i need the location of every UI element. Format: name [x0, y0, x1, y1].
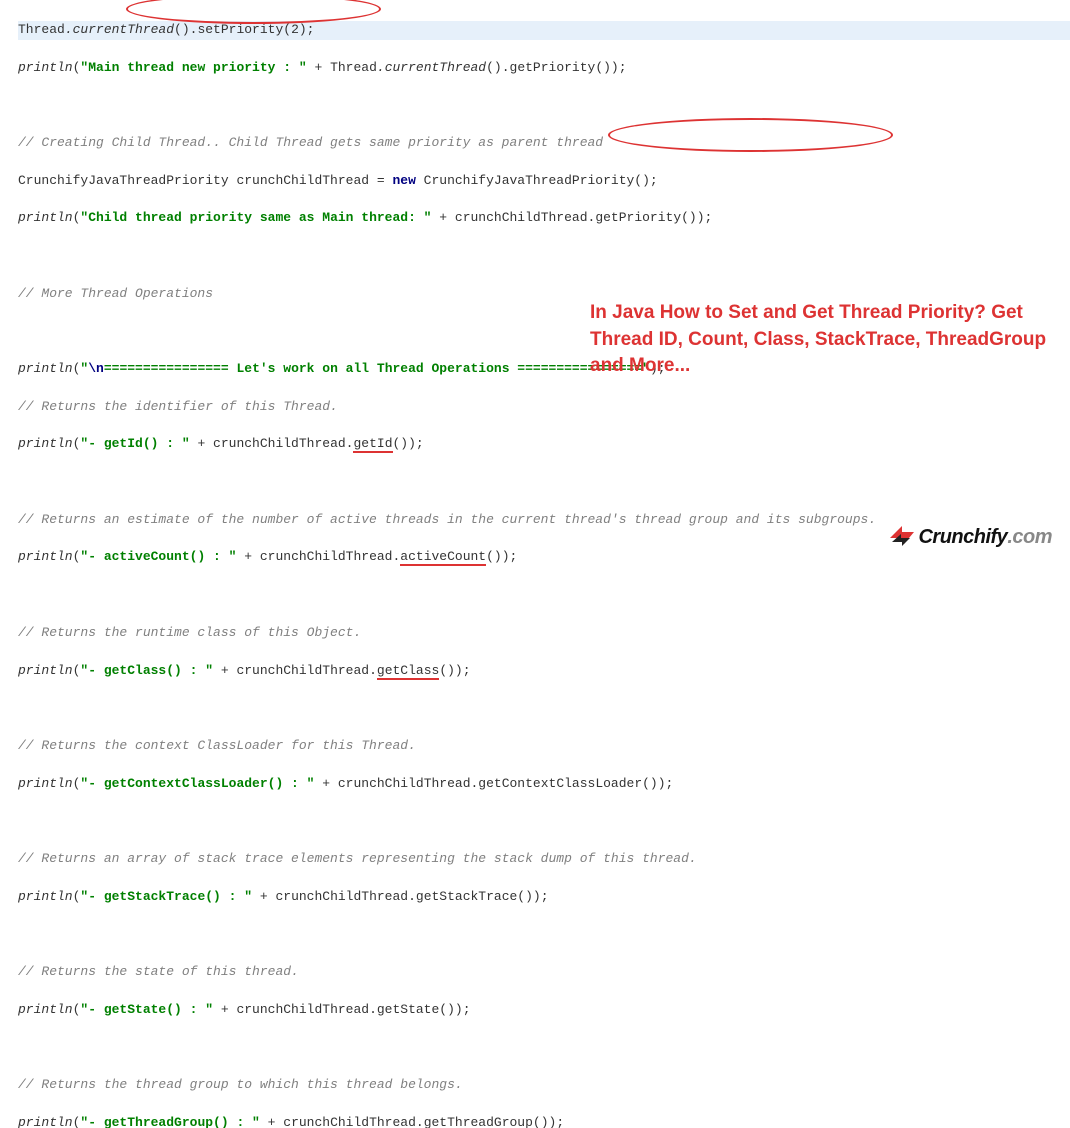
code-comment: // Returns an array of stack trace eleme…	[18, 850, 1070, 869]
brand-logo-icon	[888, 526, 914, 550]
code-line: println("- getId() : " + crunchChildThre…	[18, 435, 1070, 454]
code-snippet: Thread.currentThread().setPriority(2); p…	[0, 0, 1070, 1128]
code-line: println("Main thread new priority : " + …	[18, 59, 1070, 78]
code-comment: // Returns the runtime class of this Obj…	[18, 624, 1070, 643]
code-comment: // Returns the state of this thread.	[18, 963, 1070, 982]
code-line: CrunchifyJavaThreadPriority crunchChildT…	[18, 172, 1070, 191]
code-line: println("- getState() : " + crunchChildT…	[18, 1001, 1070, 1020]
code-line-highlighted: Thread.currentThread().setPriority(2);	[18, 21, 1070, 40]
code-comment: // Creating Child Thread.. Child Thread …	[18, 134, 1070, 153]
code-comment: // Returns the thread group to which thi…	[18, 1076, 1070, 1095]
code-line: println("- getStackTrace() : " + crunchC…	[18, 888, 1070, 907]
code-comment: // Returns the context ClassLoader for t…	[18, 737, 1070, 756]
code-line: println("- getThreadGroup() : " + crunch…	[18, 1114, 1070, 1128]
code-line: println("- getContextClassLoader() : " +…	[18, 775, 1070, 794]
brand-logo: Crunchify.com	[888, 523, 1052, 552]
overlay-caption: In Java How to Set and Get Thread Priori…	[590, 300, 1050, 380]
code-line: println("Child thread priority same as M…	[18, 209, 1070, 228]
code-line: println("- getClass() : " + crunchChildT…	[18, 662, 1070, 681]
brand-logo-text: Crunchify.com	[918, 523, 1052, 552]
code-comment: // Returns the identifier of this Thread…	[18, 398, 1070, 417]
